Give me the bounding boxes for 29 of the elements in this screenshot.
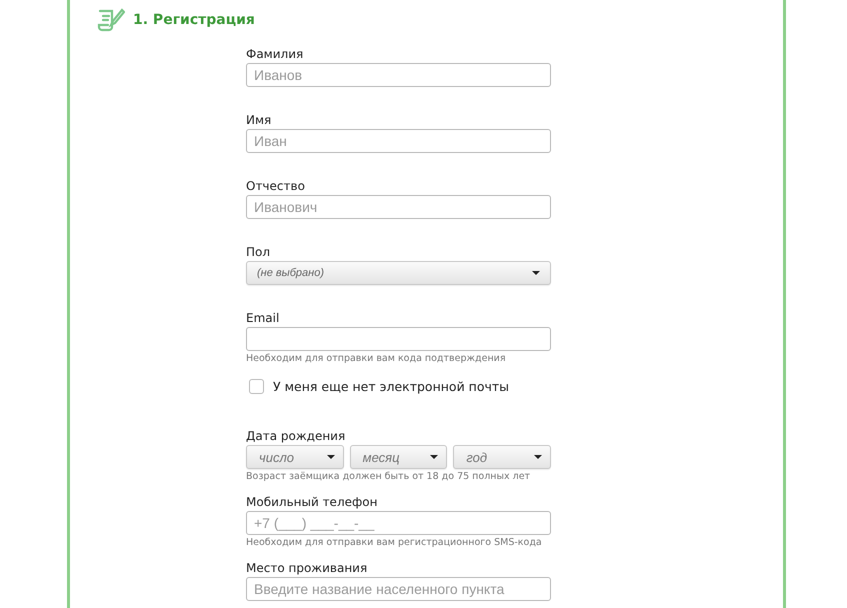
caret-icon <box>534 455 542 459</box>
field-label: Email <box>246 311 280 327</box>
checkbox-label[interactable]: У меня еще нет электронной почты <box>246 379 551 394</box>
caret-icon <box>326 455 335 459</box>
hint-text: Необходим для отправки вам регистрационного SMS-кода <box>246 537 543 549</box>
field-label: Место проживания <box>246 561 368 577</box>
hint-text: Необходим для отправки вам кода подтверждения <box>246 353 507 365</box>
field-label: Имя <box>246 113 272 129</box>
dropdown[interactable]: число <box>246 445 344 469</box>
input-field[interactable]: Иван <box>246 129 551 153</box>
form-pen-icon <box>97 7 125 33</box>
field-label: Фамилия <box>246 47 304 63</box>
hint-text: Возраст заёмщика должен быть от 18 до 75 полных лет <box>246 471 532 483</box>
input-field[interactable] <box>246 327 551 351</box>
input-field[interactable]: Введите название населенного пункта <box>246 577 551 601</box>
input-field[interactable]: +7 (___) ___-__-__ <box>246 511 551 535</box>
input-field[interactable]: Иванов <box>246 63 551 87</box>
checkbox[interactable] <box>249 379 264 394</box>
field-label: Мобильный телефон <box>246 495 378 511</box>
field-label: Отчество <box>246 179 306 195</box>
section-title: 1. Регистрация <box>133 12 255 28</box>
input-field[interactable]: Иванович <box>246 195 551 219</box>
dropdown[interactable]: месяц <box>350 445 448 469</box>
caret-icon <box>532 271 540 275</box>
caret-icon <box>430 455 438 459</box>
field-label: Дата рождения <box>246 429 346 445</box>
dropdown[interactable]: (не выбрано) <box>246 261 551 285</box>
field-label: Пол <box>246 245 272 261</box>
dropdown[interactable]: год <box>453 445 552 469</box>
